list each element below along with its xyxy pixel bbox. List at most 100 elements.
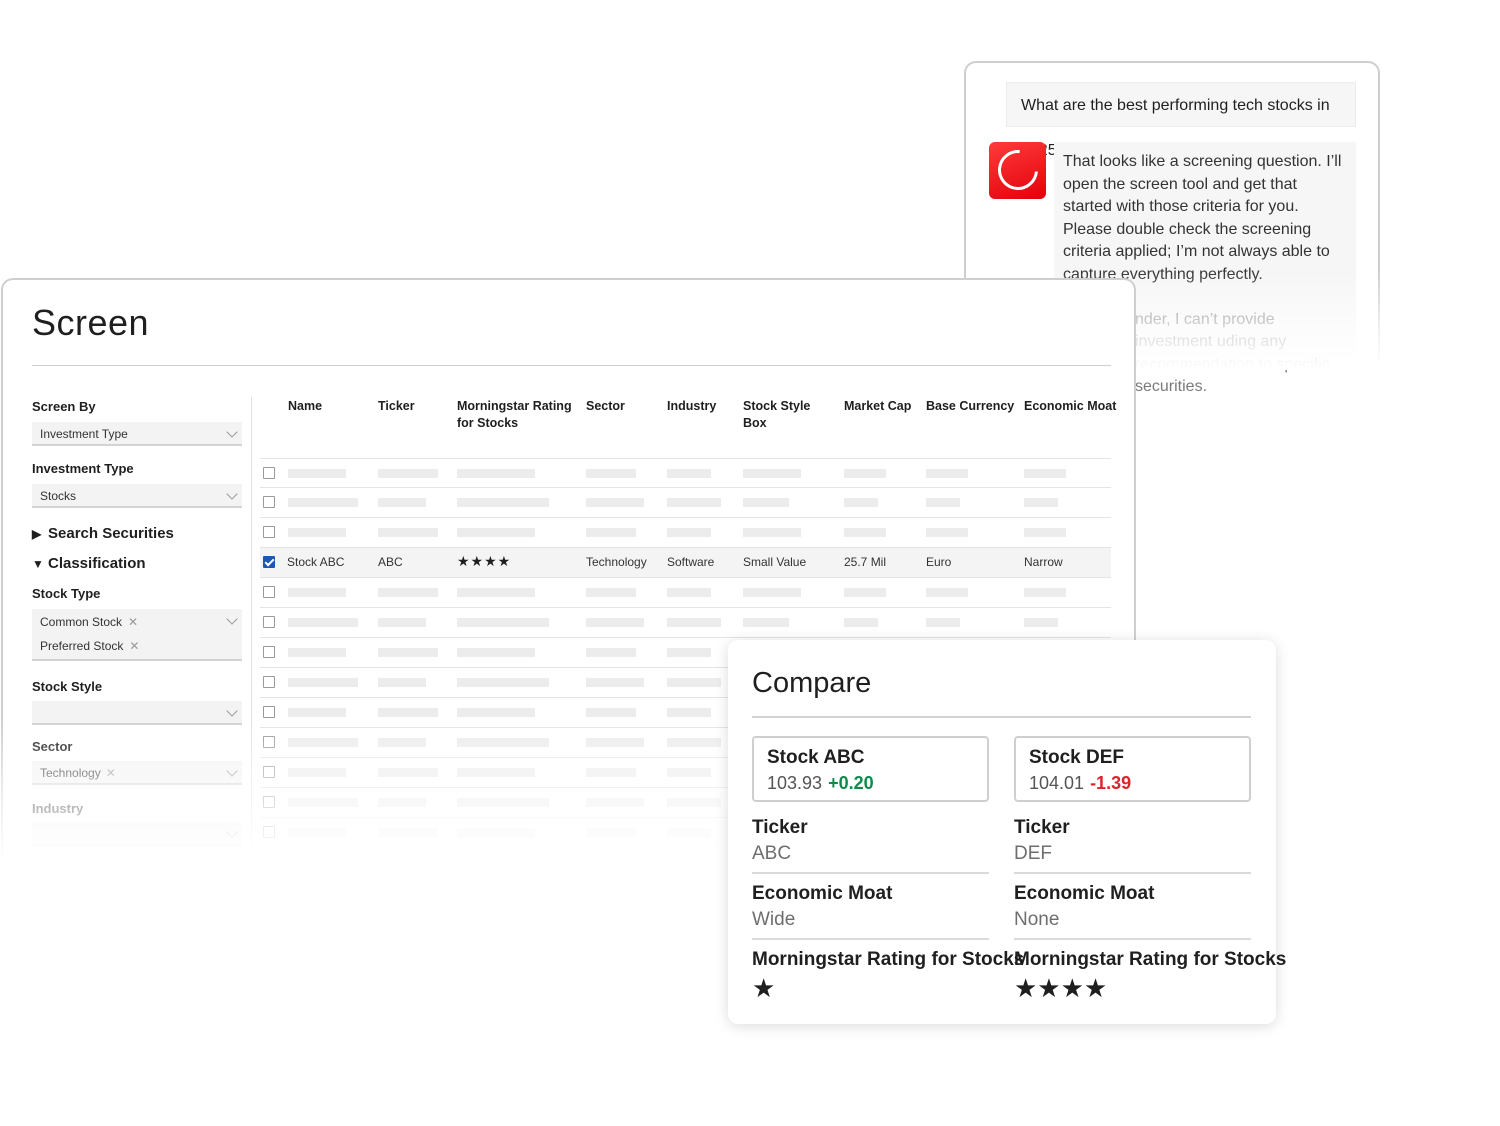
row-checkbox[interactable]	[263, 586, 275, 598]
investment-type-select[interactable]: Stocks	[32, 484, 242, 508]
row-checkbox[interactable]	[263, 646, 275, 658]
row-checkbox[interactable]	[263, 706, 275, 718]
table-cell-market-cap: 25.7 Mil	[844, 555, 887, 569]
placeholder-cell	[743, 469, 801, 478]
column-header-name[interactable]: Name	[288, 398, 322, 415]
row-checkbox[interactable]	[263, 496, 275, 508]
placeholder-cell	[667, 678, 721, 687]
table-row[interactable]	[260, 578, 1111, 608]
placeholder-cell	[667, 708, 711, 717]
row-checkbox[interactable]	[263, 556, 275, 568]
sector-select[interactable]: Technology ✕	[32, 761, 242, 785]
row-checkbox[interactable]	[263, 736, 275, 748]
column-header-rating[interactable]: Morningstar Rating for Stocks	[457, 398, 572, 432]
chat-user-question: What are the best performing tech stocks…	[1006, 82, 1356, 159]
row-checkbox[interactable]	[263, 616, 275, 628]
chevron-down-icon	[226, 765, 238, 777]
table-row[interactable]	[260, 518, 1111, 548]
triangle-down-icon: ▼	[32, 557, 44, 571]
chip-technology[interactable]: Technology ✕	[40, 766, 116, 780]
placeholder-cell	[667, 648, 711, 657]
column-header-ticker[interactable]: Ticker	[378, 398, 415, 415]
placeholder-cell	[667, 738, 721, 747]
table-row[interactable]	[260, 458, 1111, 488]
stock-style-select[interactable]	[32, 701, 242, 725]
compare-divider	[752, 716, 1251, 718]
placeholder-cell	[288, 708, 346, 717]
stock-name: Stock ABC	[767, 747, 865, 768]
industry-select[interactable]	[32, 822, 242, 846]
placeholder-cell	[586, 648, 636, 657]
column-header-base-currency[interactable]: Base Currency	[926, 398, 1014, 415]
table-row[interactable]: Stock ABC ABC ★★★★ Technology Software Small …	[260, 548, 1111, 578]
screen-by-select[interactable]: Investment Type	[32, 422, 242, 446]
compare-row-divider	[1014, 938, 1251, 940]
compare-ticker-value: ABC	[752, 843, 792, 864]
chip-common-stock[interactable]: Common Stock ✕	[40, 615, 138, 629]
stock-type-select[interactable]: Common Stock ✕ Preferred Stock ✕	[32, 609, 242, 661]
page-title: Screen	[32, 302, 150, 343]
placeholder-cell	[926, 498, 960, 507]
chevron-down-icon	[226, 613, 238, 625]
search-securities-toggle[interactable]: ▶ Search Securities	[32, 525, 174, 542]
placeholder-cell	[844, 588, 886, 597]
placeholder-cell	[288, 618, 358, 627]
placeholder-cell	[586, 738, 644, 747]
placeholder-cell	[288, 768, 346, 777]
compare-row-divider	[752, 872, 989, 874]
table-row[interactable]	[260, 608, 1111, 638]
placeholder-cell	[667, 798, 721, 807]
star-icon: ★	[752, 973, 776, 1003]
sidebar-divider	[251, 397, 252, 845]
placeholder-cell	[378, 469, 438, 478]
row-checkbox[interactable]	[263, 796, 275, 808]
classification-toggle[interactable]: ▼ Classification	[32, 555, 146, 572]
compare-row-divider	[1014, 872, 1251, 874]
column-header-industry[interactable]: Industry	[667, 398, 716, 415]
stock-style-label: Stock Style	[32, 679, 103, 694]
stock-price: 103.93	[767, 773, 823, 793]
placeholder-cell	[586, 618, 644, 627]
row-checkbox[interactable]	[263, 467, 275, 479]
placeholder-cell	[844, 528, 886, 537]
placeholder-cell	[667, 469, 711, 478]
column-header-sector[interactable]: Sector	[586, 398, 625, 415]
table-row[interactable]	[260, 488, 1111, 518]
placeholder-cell	[378, 738, 426, 747]
placeholder-cell	[378, 798, 426, 807]
column-header-market-cap[interactable]: Market Cap	[844, 398, 911, 415]
star-icon: ★★★★	[1014, 973, 1108, 1003]
compare-moat-value: Wide	[752, 909, 796, 930]
stock-price: 104.01	[1029, 773, 1085, 793]
placeholder-cell	[667, 828, 711, 837]
chip-preferred-stock[interactable]: Preferred Stock ✕	[40, 639, 139, 653]
placeholder-cell	[586, 678, 644, 687]
placeholder-cell	[378, 828, 438, 837]
compare-stock-def[interactable]: Stock DEF 104.01 -1.39	[1014, 736, 1251, 802]
placeholder-cell	[288, 798, 358, 807]
row-checkbox[interactable]	[263, 766, 275, 778]
placeholder-cell	[844, 498, 878, 507]
placeholder-cell	[926, 528, 968, 537]
placeholder-cell	[457, 798, 549, 807]
industry-label: Industry	[32, 801, 84, 816]
row-checkbox[interactable]	[263, 826, 275, 838]
row-checkbox[interactable]	[263, 526, 275, 538]
compare-title: Compare	[752, 667, 872, 699]
placeholder-cell	[457, 469, 535, 478]
close-icon[interactable]: ✕	[106, 766, 116, 780]
placeholder-cell	[667, 618, 721, 627]
table-cell-name: Stock ABC	[287, 555, 345, 569]
close-icon[interactable]: ✕	[129, 639, 139, 653]
placeholder-cell	[457, 768, 535, 777]
compare-stock-abc[interactable]: Stock ABC 103.93 +0.20	[752, 736, 989, 802]
column-header-economic-moat[interactable]: Economic Moat	[1024, 398, 1116, 415]
row-checkbox[interactable]	[263, 676, 275, 688]
triangle-right-icon: ▶	[32, 527, 42, 541]
placeholder-cell	[743, 498, 789, 507]
placeholder-cell	[457, 498, 549, 507]
close-icon[interactable]: ✕	[128, 615, 138, 629]
placeholder-cell	[288, 528, 346, 537]
column-header-style-box[interactable]: Stock Style Box	[743, 398, 818, 432]
placeholder-cell	[288, 588, 346, 597]
